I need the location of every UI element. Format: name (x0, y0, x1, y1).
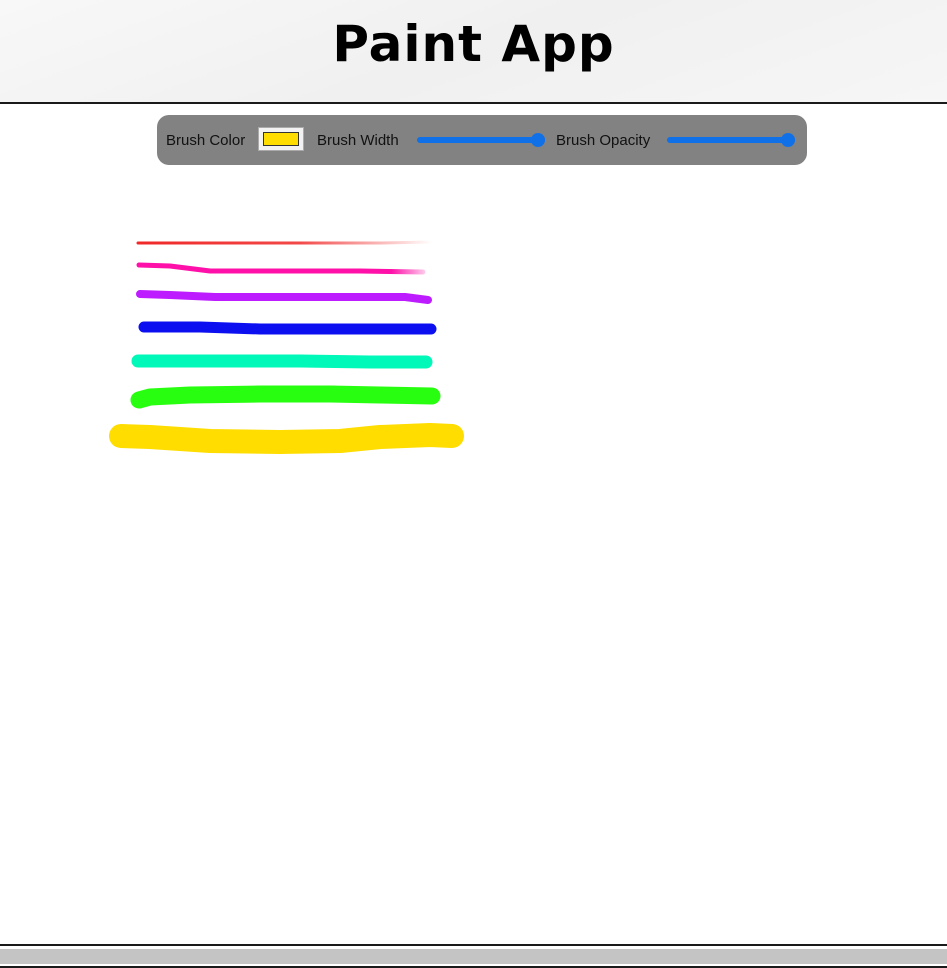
brush-stroke (131, 354, 433, 369)
app-header: Paint App (0, 0, 947, 104)
app-title: Paint App (332, 15, 615, 73)
brush-stroke (109, 423, 464, 454)
brush-stroke (136, 290, 432, 304)
status-bar (0, 944, 947, 968)
horizontal-scrollbar[interactable] (0, 949, 947, 964)
brush-stroke (138, 321, 437, 335)
brush-stroke (130, 385, 441, 409)
brush-stroke (136, 240, 434, 245)
drawing-canvas[interactable] (0, 104, 947, 944)
drawing-surface[interactable] (0, 104, 947, 944)
brush-stroke (136, 262, 426, 275)
paint-app: Paint App Brush Color Brush Width Brush … (0, 0, 947, 968)
